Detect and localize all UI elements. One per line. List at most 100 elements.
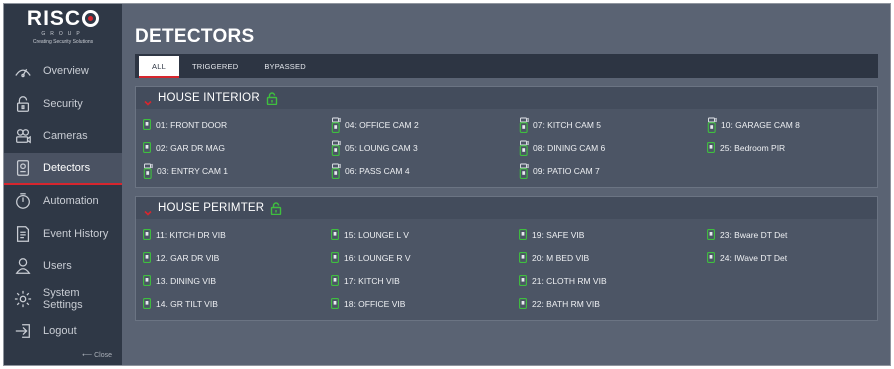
detector-item[interactable]: 16: LOUNGE R V [331,246,519,269]
detector-sensor-icon [331,298,339,309]
camera-detector-icon [331,140,341,156]
detector-item[interactable]: 11: KITCH DR VIB [143,223,331,246]
detector-sensor-icon [143,252,151,263]
detector-item[interactable]: 10: GARAGE CAM 8 [707,113,877,136]
sidebar-item-label: Overview [43,65,89,78]
detector-sensor-icon [331,252,339,263]
detector-item[interactable]: 05: LOUNG CAM 3 [331,136,519,159]
risco-logo: RISC GROUP Creating Security Solutions [4,4,122,52]
detector-item[interactable]: 18: OFFICE VIB [331,292,519,315]
sidebar: RISC GROUP Creating Security Solutions O… [4,4,122,365]
detector-item[interactable]: 25: Bedroom PIR [707,136,877,159]
group-header[interactable]: HOUSE PERIMTER [136,197,877,219]
detector-sensor-icon [143,229,151,240]
sidebar-item-security[interactable]: Security [4,88,122,121]
detector-item[interactable]: 17: KITCH VIB [331,269,519,292]
detector-item[interactable]: 06: PASS CAM 4 [331,159,519,182]
detector-item[interactable]: 12. GAR DR VIB [143,246,331,269]
unlocked-icon [266,91,278,105]
tab-bypassed[interactable]: BYPASSED [251,54,318,78]
sidebar-item-users[interactable]: Users [4,250,122,283]
detector-item[interactable]: 23: Bware DT Det [707,223,877,246]
detector-label: 06: PASS CAM 4 [345,165,410,176]
detector-label: 04: OFFICE CAM 2 [345,119,419,130]
detector-label: 14. GR TILT VIB [156,298,218,309]
detector-item[interactable]: 21: CLOTH RM VIB [519,269,707,292]
sidebar-item-label: Detectors [43,161,91,174]
detector-item[interactable]: 09: PATIO CAM 7 [519,159,707,182]
detector-item[interactable]: 20: M BED VIB [519,246,707,269]
detector-label: 25: Bedroom PIR [720,142,786,153]
tab-triggered[interactable]: TRIGGERED [179,54,251,78]
detector-sensor-icon [143,142,151,153]
user-icon [13,257,33,275]
grid-spacer [707,269,877,292]
detector-item[interactable]: 15: LOUNGE L V [331,223,519,246]
logout-icon [13,322,33,340]
detector-item[interactable]: 01: FRONT DOOR [143,113,331,136]
detector-label: 07: KITCH CAM 5 [533,119,602,130]
group-title: HOUSE INTERIOR [158,92,260,104]
detector-label: 02: GAR DR MAG [156,142,225,153]
camera-detector-icon [331,117,341,133]
logo-tagline: Creating Security Solutions [32,39,94,45]
lock-icon [13,95,33,113]
detector-label: 01: FRONT DOOR [156,119,228,130]
sidebar-item-label: System Settings [42,286,83,311]
sidebar-item-detectors[interactable]: Detectors [4,152,122,185]
automation-icon [13,192,33,210]
detector-item[interactable]: 24: IWave DT Det [707,246,877,269]
tab-all[interactable]: ALL [139,56,179,78]
sidebar-item-logout[interactable]: Logout [4,315,122,348]
detector-item[interactable]: 22: BATH RM VIB [519,292,707,315]
close-sidebar-button[interactable]: ⟵ Close [82,351,112,359]
sidebar-item-overview[interactable]: Overview [4,55,122,88]
detector-sensor-icon [707,142,715,153]
detector-sensor-icon [143,275,151,286]
sidebar-item-label: Users [43,260,72,273]
detector-item[interactable]: 19: SAFE VIB [519,223,707,246]
detector-label: 24: IWave DT Det [720,252,788,263]
detector-sensor-icon [519,229,527,240]
detector-sensor-icon [143,298,151,309]
detector-item[interactable]: 07: KITCH CAM 5 [519,113,707,136]
sidebar-item-cameras[interactable]: Cameras [4,120,122,153]
detector-group: HOUSE INTERIOR 01: FRONT DOOR 04: OFFICE … [135,86,878,188]
detector-label: 17: KITCH VIB [344,275,400,286]
sidebar-item-event-history[interactable]: Event History [4,218,122,251]
detector-label: 09: PATIO CAM 7 [533,165,600,176]
detector-label: 18: OFFICE VIB [344,298,406,309]
detector-label: 20: M BED VIB [532,252,590,263]
chevron-down-icon[interactable] [144,94,152,106]
sidebar-nav: Overview Security Cameras Detectors Auto… [4,55,122,348]
detector-sensor-icon [707,229,715,240]
logo-group-text: GROUP [41,31,85,37]
detector-item[interactable]: 04: OFFICE CAM 2 [331,113,519,136]
gear-icon [13,290,33,308]
camera-detector-icon [519,163,529,179]
detector-label: 15: LOUNGE L V [344,229,409,240]
group-header[interactable]: HOUSE INTERIOR [136,87,877,109]
detector-item[interactable]: 13. DINING VIB [143,269,331,292]
camera-detector-icon [519,140,529,156]
camera-detector-icon [519,117,529,133]
detector-item[interactable]: 08: DINING CAM 6 [519,136,707,159]
detector-label: 12. GAR DR VIB [156,252,220,263]
sidebar-item-automation[interactable]: Automation [4,185,122,218]
detector-sensor-icon [331,275,339,286]
sidebar-item-label: Cameras [43,130,88,143]
camera-detector-icon [331,163,341,179]
detector-label: 23: Bware DT Det [720,229,788,240]
chevron-down-icon[interactable] [144,204,152,216]
detector-item[interactable]: 03: ENTRY CAM 1 [143,159,331,182]
sidebar-item-label: Logout [43,325,77,338]
sidebar-item-system-settings[interactable]: System Settings [4,283,122,316]
logo-wordmark: RISC [27,8,100,29]
sidebar-item-label: Event History [43,227,109,240]
detector-label: 10: GARAGE CAM 8 [721,119,800,130]
detector-sensor-icon [519,275,527,286]
detector-label: 03: ENTRY CAM 1 [157,165,229,176]
detector-item[interactable]: 02: GAR DR MAG [143,136,331,159]
history-icon [13,225,33,243]
detector-item[interactable]: 14. GR TILT VIB [143,292,331,315]
